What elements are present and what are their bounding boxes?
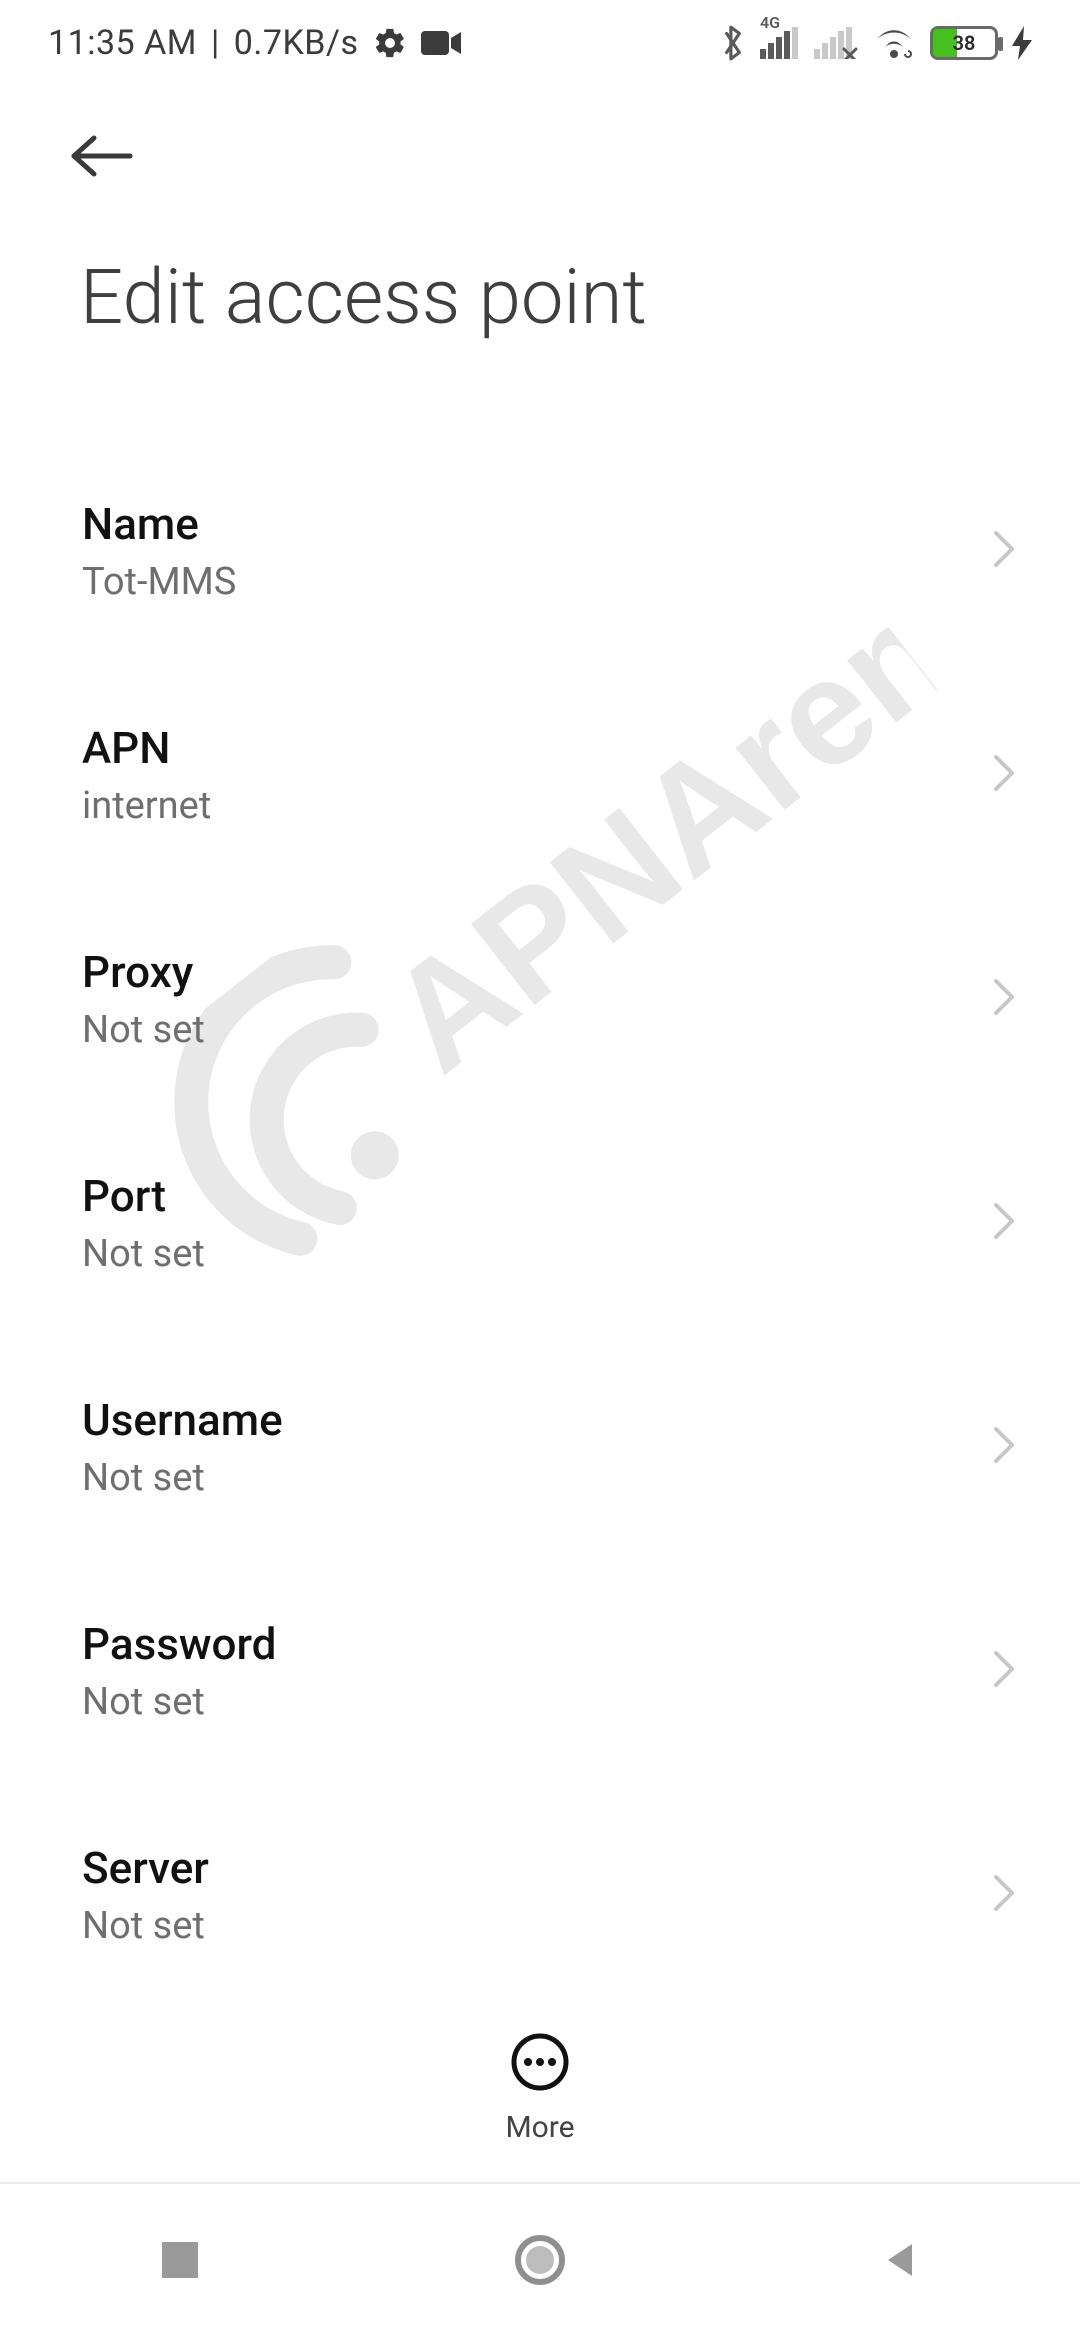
setting-value: Not set <box>82 1904 209 1948</box>
setting-value: internet <box>82 784 211 828</box>
battery-percent: 38 <box>933 29 995 57</box>
status-bar: 11:35 AM | 0.7KB/s 4G 38 <box>0 0 1080 86</box>
wifi-icon <box>872 26 916 60</box>
back-button[interactable] <box>62 116 142 196</box>
setting-row-name[interactable]: Name Tot-MMS <box>56 462 1024 642</box>
square-icon <box>158 2238 202 2286</box>
setting-value: Not set <box>82 1680 276 1724</box>
chevron-right-icon <box>990 975 1018 1023</box>
setting-label: Server <box>82 1842 209 1894</box>
chevron-right-icon <box>990 751 1018 799</box>
setting-row-port[interactable]: Port Not set <box>56 1134 1024 1314</box>
status-net-speed: 0.7KB/s <box>234 23 359 63</box>
nav-back-button[interactable] <box>840 2202 960 2322</box>
system-nav-bar <box>0 2184 1080 2340</box>
setting-value: Not set <box>82 1456 283 1500</box>
setting-value: Not set <box>82 1008 205 1052</box>
setting-row-server[interactable]: Server Not set <box>56 1806 1024 1986</box>
setting-label: Password <box>82 1618 276 1670</box>
setting-label: Port <box>82 1170 205 1222</box>
bottom-dock: More <box>0 2018 1080 2184</box>
more-label: More <box>505 2110 574 2145</box>
status-time: 11:35 AM <box>48 23 197 63</box>
setting-row-username[interactable]: Username Not set <box>56 1358 1024 1538</box>
more-button[interactable]: More <box>505 2030 574 2145</box>
nav-home-button[interactable] <box>480 2202 600 2322</box>
nav-recent-button[interactable] <box>120 2202 240 2322</box>
status-left: 11:35 AM | 0.7KB/s <box>48 23 461 63</box>
setting-value: Tot-MMS <box>82 560 236 604</box>
setting-value: Not set <box>82 1232 205 1276</box>
videocam-icon <box>421 29 461 57</box>
status-right: 4G 38 <box>720 24 1032 62</box>
more-ellipsis-icon <box>508 2030 572 2098</box>
signal-4g-icon: 4G <box>760 27 800 59</box>
network-type-label: 4G <box>760 13 780 32</box>
charging-bolt-icon <box>1012 26 1032 60</box>
setting-label: Name <box>82 498 236 550</box>
bluetooth-icon <box>720 24 746 62</box>
setting-label: APN <box>82 722 211 774</box>
arrow-left-icon <box>66 132 138 180</box>
triangle-left-icon <box>878 2238 922 2286</box>
chevron-right-icon <box>990 1871 1018 1919</box>
setting-row-apn[interactable]: APN internet <box>56 686 1024 866</box>
chevron-right-icon <box>990 1423 1018 1471</box>
settings-list: APNArena Name Tot-MMS APN internet Proxy… <box>0 462 1080 2222</box>
status-separator: | <box>211 23 220 63</box>
chevron-right-icon <box>990 1647 1018 1695</box>
settings-gear-icon <box>373 26 407 60</box>
page-title: Edit access point <box>80 252 1026 342</box>
circle-icon <box>513 2233 567 2291</box>
setting-label: Username <box>82 1394 283 1446</box>
setting-row-proxy[interactable]: Proxy Not set <box>56 910 1024 1090</box>
setting-row-password[interactable]: Password Not set <box>56 1582 1024 1762</box>
battery-icon: 38 <box>930 26 998 60</box>
header: Edit access point <box>0 86 1080 342</box>
chevron-right-icon <box>990 1199 1018 1247</box>
signal-nosim-icon <box>814 27 858 59</box>
chevron-right-icon <box>990 527 1018 575</box>
setting-label: Proxy <box>82 946 205 998</box>
